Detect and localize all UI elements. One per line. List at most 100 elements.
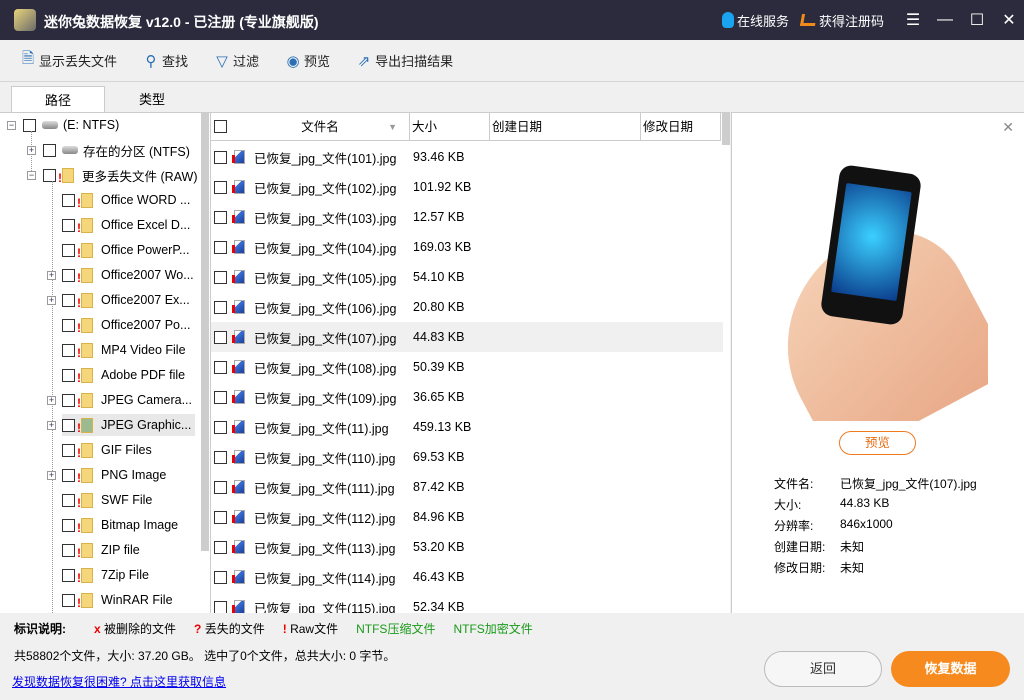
tree-item[interactable]: Adobe PDF file: [62, 364, 189, 386]
row-checkbox[interactable]: [214, 300, 227, 314]
checkbox[interactable]: [43, 143, 56, 157]
tree-item[interactable]: Office PowerP...: [62, 239, 193, 261]
expand-icon[interactable]: +: [47, 471, 56, 480]
table-row[interactable]: 已恢复_jpg_文件(103).jpg 12.57 KB: [211, 202, 723, 232]
close-button[interactable]: ✕: [994, 10, 1024, 30]
checkbox[interactable]: [43, 168, 56, 182]
expand-icon[interactable]: +: [47, 396, 56, 405]
close-preview-icon[interactable]: ✕: [1002, 119, 1014, 136]
checkbox[interactable]: [62, 293, 75, 307]
table-row[interactable]: 已恢复_jpg_文件(102).jpg 101.92 KB: [211, 172, 723, 202]
tree-item-partition[interactable]: 存在的分区 (NTFS): [43, 139, 194, 161]
row-checkbox[interactable]: [214, 480, 227, 494]
row-checkbox[interactable]: [214, 330, 227, 344]
row-checkbox[interactable]: [214, 240, 227, 254]
row-checkbox[interactable]: [214, 390, 227, 404]
checkbox[interactable]: [62, 268, 75, 282]
table-row[interactable]: 已恢复_jpg_文件(111).jpg 87.42 KB: [211, 472, 723, 502]
row-checkbox[interactable]: [214, 420, 227, 434]
checkbox[interactable]: [62, 468, 75, 482]
table-row[interactable]: 已恢复_jpg_文件(112).jpg 84.96 KB: [211, 502, 723, 532]
tree-item[interactable]: Office2007 Po...: [62, 314, 194, 336]
checkbox[interactable]: [62, 518, 75, 532]
table-row[interactable]: 已恢复_jpg_文件(108).jpg 50.39 KB: [211, 352, 723, 382]
col-size[interactable]: 大小: [410, 113, 490, 141]
recover-button[interactable]: 恢复数据: [891, 651, 1010, 687]
tree-item[interactable]: Office2007 Ex...: [62, 289, 194, 311]
table-row[interactable]: 已恢复_jpg_文件(105).jpg 54.10 KB: [211, 262, 723, 292]
tree-item[interactable]: Bitmap Image: [62, 514, 182, 536]
table-row[interactable]: 已恢复_jpg_文件(110).jpg 69.53 KB: [211, 442, 723, 472]
expand-icon[interactable]: +: [27, 146, 36, 155]
online-service-link[interactable]: 在线服务: [721, 11, 789, 30]
checkbox[interactable]: [62, 243, 75, 257]
toolbar-export-button[interactable]: ⇗ 导出扫描结果: [356, 51, 453, 70]
toolbar-show-lost-files-button[interactable]: 🗎 显示丢失文件: [20, 48, 117, 73]
checkbox[interactable]: [62, 493, 75, 507]
expand-icon[interactable]: +: [47, 296, 56, 305]
toolbar-search-button[interactable]: ⚲ 查找: [143, 51, 189, 70]
tree-item[interactable]: ZIP file: [62, 539, 144, 561]
toolbar-eye-button[interactable]: ◉ 预览: [285, 51, 331, 70]
checkbox[interactable]: [62, 593, 75, 607]
tree-item-root[interactable]: (E: NTFS): [23, 114, 123, 136]
table-row[interactable]: 已恢复_jpg_文件(115).jpg 52.34 KB: [211, 592, 723, 613]
collapse-icon[interactable]: −: [27, 171, 36, 180]
checkbox[interactable]: [62, 568, 75, 582]
table-row[interactable]: 已恢复_jpg_文件(109).jpg 36.65 KB: [211, 382, 723, 412]
table-row[interactable]: 已恢复_jpg_文件(104).jpg 169.03 KB: [211, 232, 723, 262]
col-filename[interactable]: 文件名 ▼: [211, 113, 410, 141]
table-row[interactable]: 已恢复_jpg_文件(113).jpg 53.20 KB: [211, 532, 723, 562]
row-checkbox[interactable]: [214, 600, 227, 613]
tree-item[interactable]: MP4 Video File: [62, 339, 190, 361]
checkbox[interactable]: [62, 368, 75, 382]
checkbox[interactable]: [62, 543, 75, 557]
table-row[interactable]: 已恢复_jpg_文件(106).jpg 20.80 KB: [211, 292, 723, 322]
row-checkbox[interactable]: [214, 450, 227, 464]
tab-path[interactable]: 路径: [11, 86, 105, 113]
get-code-link[interactable]: 获得注册码: [799, 11, 884, 30]
expand-icon[interactable]: +: [47, 271, 56, 280]
menu-icon[interactable]: ☰: [898, 10, 928, 30]
tree-item[interactable]: SWF File: [62, 489, 156, 511]
tree-item[interactable]: Office WORD ...: [62, 189, 194, 211]
preview-button[interactable]: 预览: [839, 431, 916, 455]
tree-item[interactable]: WinRAR File: [62, 589, 177, 611]
tree-item[interactable]: PNG Image: [62, 464, 170, 486]
collapse-icon[interactable]: −: [7, 121, 16, 130]
col-modified[interactable]: 修改日期: [641, 113, 721, 141]
tree-item[interactable]: Office Excel D...: [62, 214, 194, 236]
checkbox[interactable]: [62, 218, 75, 232]
row-checkbox[interactable]: [214, 510, 227, 524]
minimize-button[interactable]: —: [930, 11, 960, 29]
tree-item[interactable]: GIF Files: [62, 439, 156, 461]
list-scrollbar[interactable]: [722, 113, 730, 145]
tab-type[interactable]: 类型: [105, 86, 199, 113]
maximize-button[interactable]: ☐: [962, 10, 992, 30]
table-row[interactable]: 已恢复_jpg_文件(11).jpg 459.13 KB: [211, 412, 723, 442]
tree-item[interactable]: 7Zip File: [62, 564, 153, 586]
row-checkbox[interactable]: [214, 360, 227, 374]
checkbox[interactable]: [62, 443, 75, 457]
row-checkbox[interactable]: [214, 180, 227, 194]
tree-item-raw[interactable]: 更多丢失文件 (RAW): [43, 164, 202, 186]
table-row[interactable]: 已恢复_jpg_文件(114).jpg 46.43 KB: [211, 562, 723, 592]
checkbox[interactable]: [62, 343, 75, 357]
checkbox[interactable]: [23, 118, 36, 132]
back-button[interactable]: 返回: [764, 651, 882, 687]
row-checkbox[interactable]: [214, 270, 227, 284]
row-checkbox[interactable]: [214, 540, 227, 554]
row-checkbox[interactable]: [214, 210, 227, 224]
row-checkbox[interactable]: [214, 570, 227, 584]
checkbox[interactable]: [62, 393, 75, 407]
table-row[interactable]: 已恢复_jpg_文件(107).jpg 44.83 KB: [211, 322, 723, 352]
checkbox[interactable]: [62, 418, 75, 432]
help-link[interactable]: 发现数据恢复很困难? 点击这里获取信息: [12, 673, 226, 690]
tree-item[interactable]: JPEG Graphic...: [62, 414, 196, 436]
tree-scrollbar[interactable]: [201, 113, 209, 551]
col-created[interactable]: 创建日期: [490, 113, 641, 141]
row-checkbox[interactable]: [214, 150, 227, 164]
tree-item[interactable]: Office2007 Wo...: [62, 264, 198, 286]
checkbox[interactable]: [62, 193, 75, 207]
checkbox[interactable]: [62, 318, 75, 332]
